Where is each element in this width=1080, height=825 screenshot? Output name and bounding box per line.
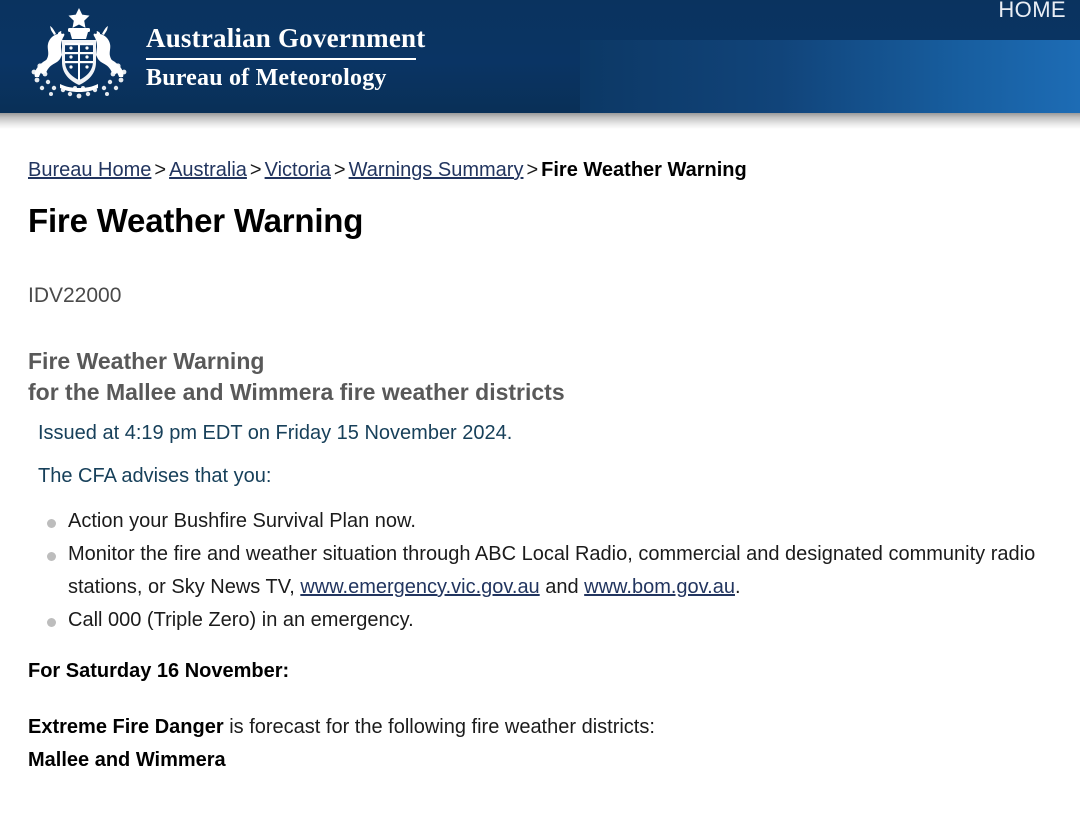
warning-heading: Fire Weather Warning for the Mallee and … (28, 346, 1052, 408)
advice-text-1: Action your Bushfire Survival Plan now. (68, 510, 416, 532)
fire-danger-districts: Mallee and Wimmera (28, 749, 226, 771)
agency-name: Bureau of Meteorology (146, 64, 387, 91)
breadcrumb: Bureau Home > Australia > Victoria > Warnings … (28, 157, 1052, 183)
breadcrumb-current: Fire Weather Warning (541, 159, 747, 181)
warning-heading-line2: for the Mallee and Wimmera fire weather … (28, 379, 565, 405)
brand-divider (146, 57, 416, 60)
brand-lockup[interactable]: Australian Government Bureau of Meteorol… (18, 4, 425, 106)
issued-block: Issued at 4:19 pm EDT on Friday 15 Novem… (28, 420, 1052, 489)
fire-danger-rest: is forecast for the following fire weath… (223, 716, 655, 738)
list-item: Call 000 (Triple Zero) in an emergency. (38, 604, 1052, 637)
forecast-day-heading: For Saturday 16 November: (28, 660, 290, 682)
advice-text-3: Call 000 (Triple Zero) in an emergency. (68, 609, 414, 631)
advice-list: Action your Bushfire Survival Plan now. … (28, 505, 1052, 637)
breadcrumb-link-victoria[interactable]: Victoria (265, 159, 331, 181)
breadcrumb-link-warnings-summary[interactable]: Warnings Summary (349, 159, 524, 181)
product-id: IDV22000 (28, 284, 122, 307)
page-title: Fire Weather Warning (28, 202, 364, 239)
main-content: Bureau Home > Australia > Victoria > Warnings … (0, 157, 1080, 777)
issued-time: Issued at 4:19 pm EDT on Friday 15 Novem… (38, 422, 513, 444)
header-gradient-band (580, 40, 1080, 113)
breadcrumb-separator: > (249, 159, 262, 181)
breadcrumb-separator: > (333, 159, 346, 181)
advice-text-2-post: . (734, 576, 741, 598)
org-name: Australian Government (146, 22, 426, 53)
fire-danger-statement: Extreme Fire Danger is forecast for the … (28, 711, 1052, 777)
breadcrumb-link-bureau-home[interactable]: Bureau Home (28, 159, 151, 181)
warning-heading-line1: Fire Weather Warning (28, 348, 265, 374)
breadcrumb-separator: > (526, 159, 539, 181)
breadcrumb-separator: > (154, 159, 167, 181)
fire-danger-level: Extreme Fire Danger (28, 716, 224, 738)
list-item: Action your Bushfire Survival Plan now. (38, 505, 1052, 538)
list-item: Monitor the fire and weather situation t… (38, 538, 1052, 604)
emergency-vic-link[interactable]: www.emergency.vic.gov.au (300, 576, 539, 598)
site-header: HOME Australian Government Bureau of Met… (0, 0, 1080, 113)
breadcrumb-link-australia[interactable]: Australia (169, 159, 247, 181)
advises-intro: The CFA advises that you: (38, 465, 272, 487)
bom-gov-link[interactable]: www.bom.gov.au (584, 576, 735, 598)
home-link[interactable]: HOME (998, 0, 1066, 22)
advice-text-2-mid: and (539, 576, 585, 598)
header-drop-shadow (0, 113, 1080, 129)
australian-coat-of-arms-icon (31, 8, 127, 99)
brand-text: Australian Government Bureau of Meteorol… (146, 19, 425, 92)
